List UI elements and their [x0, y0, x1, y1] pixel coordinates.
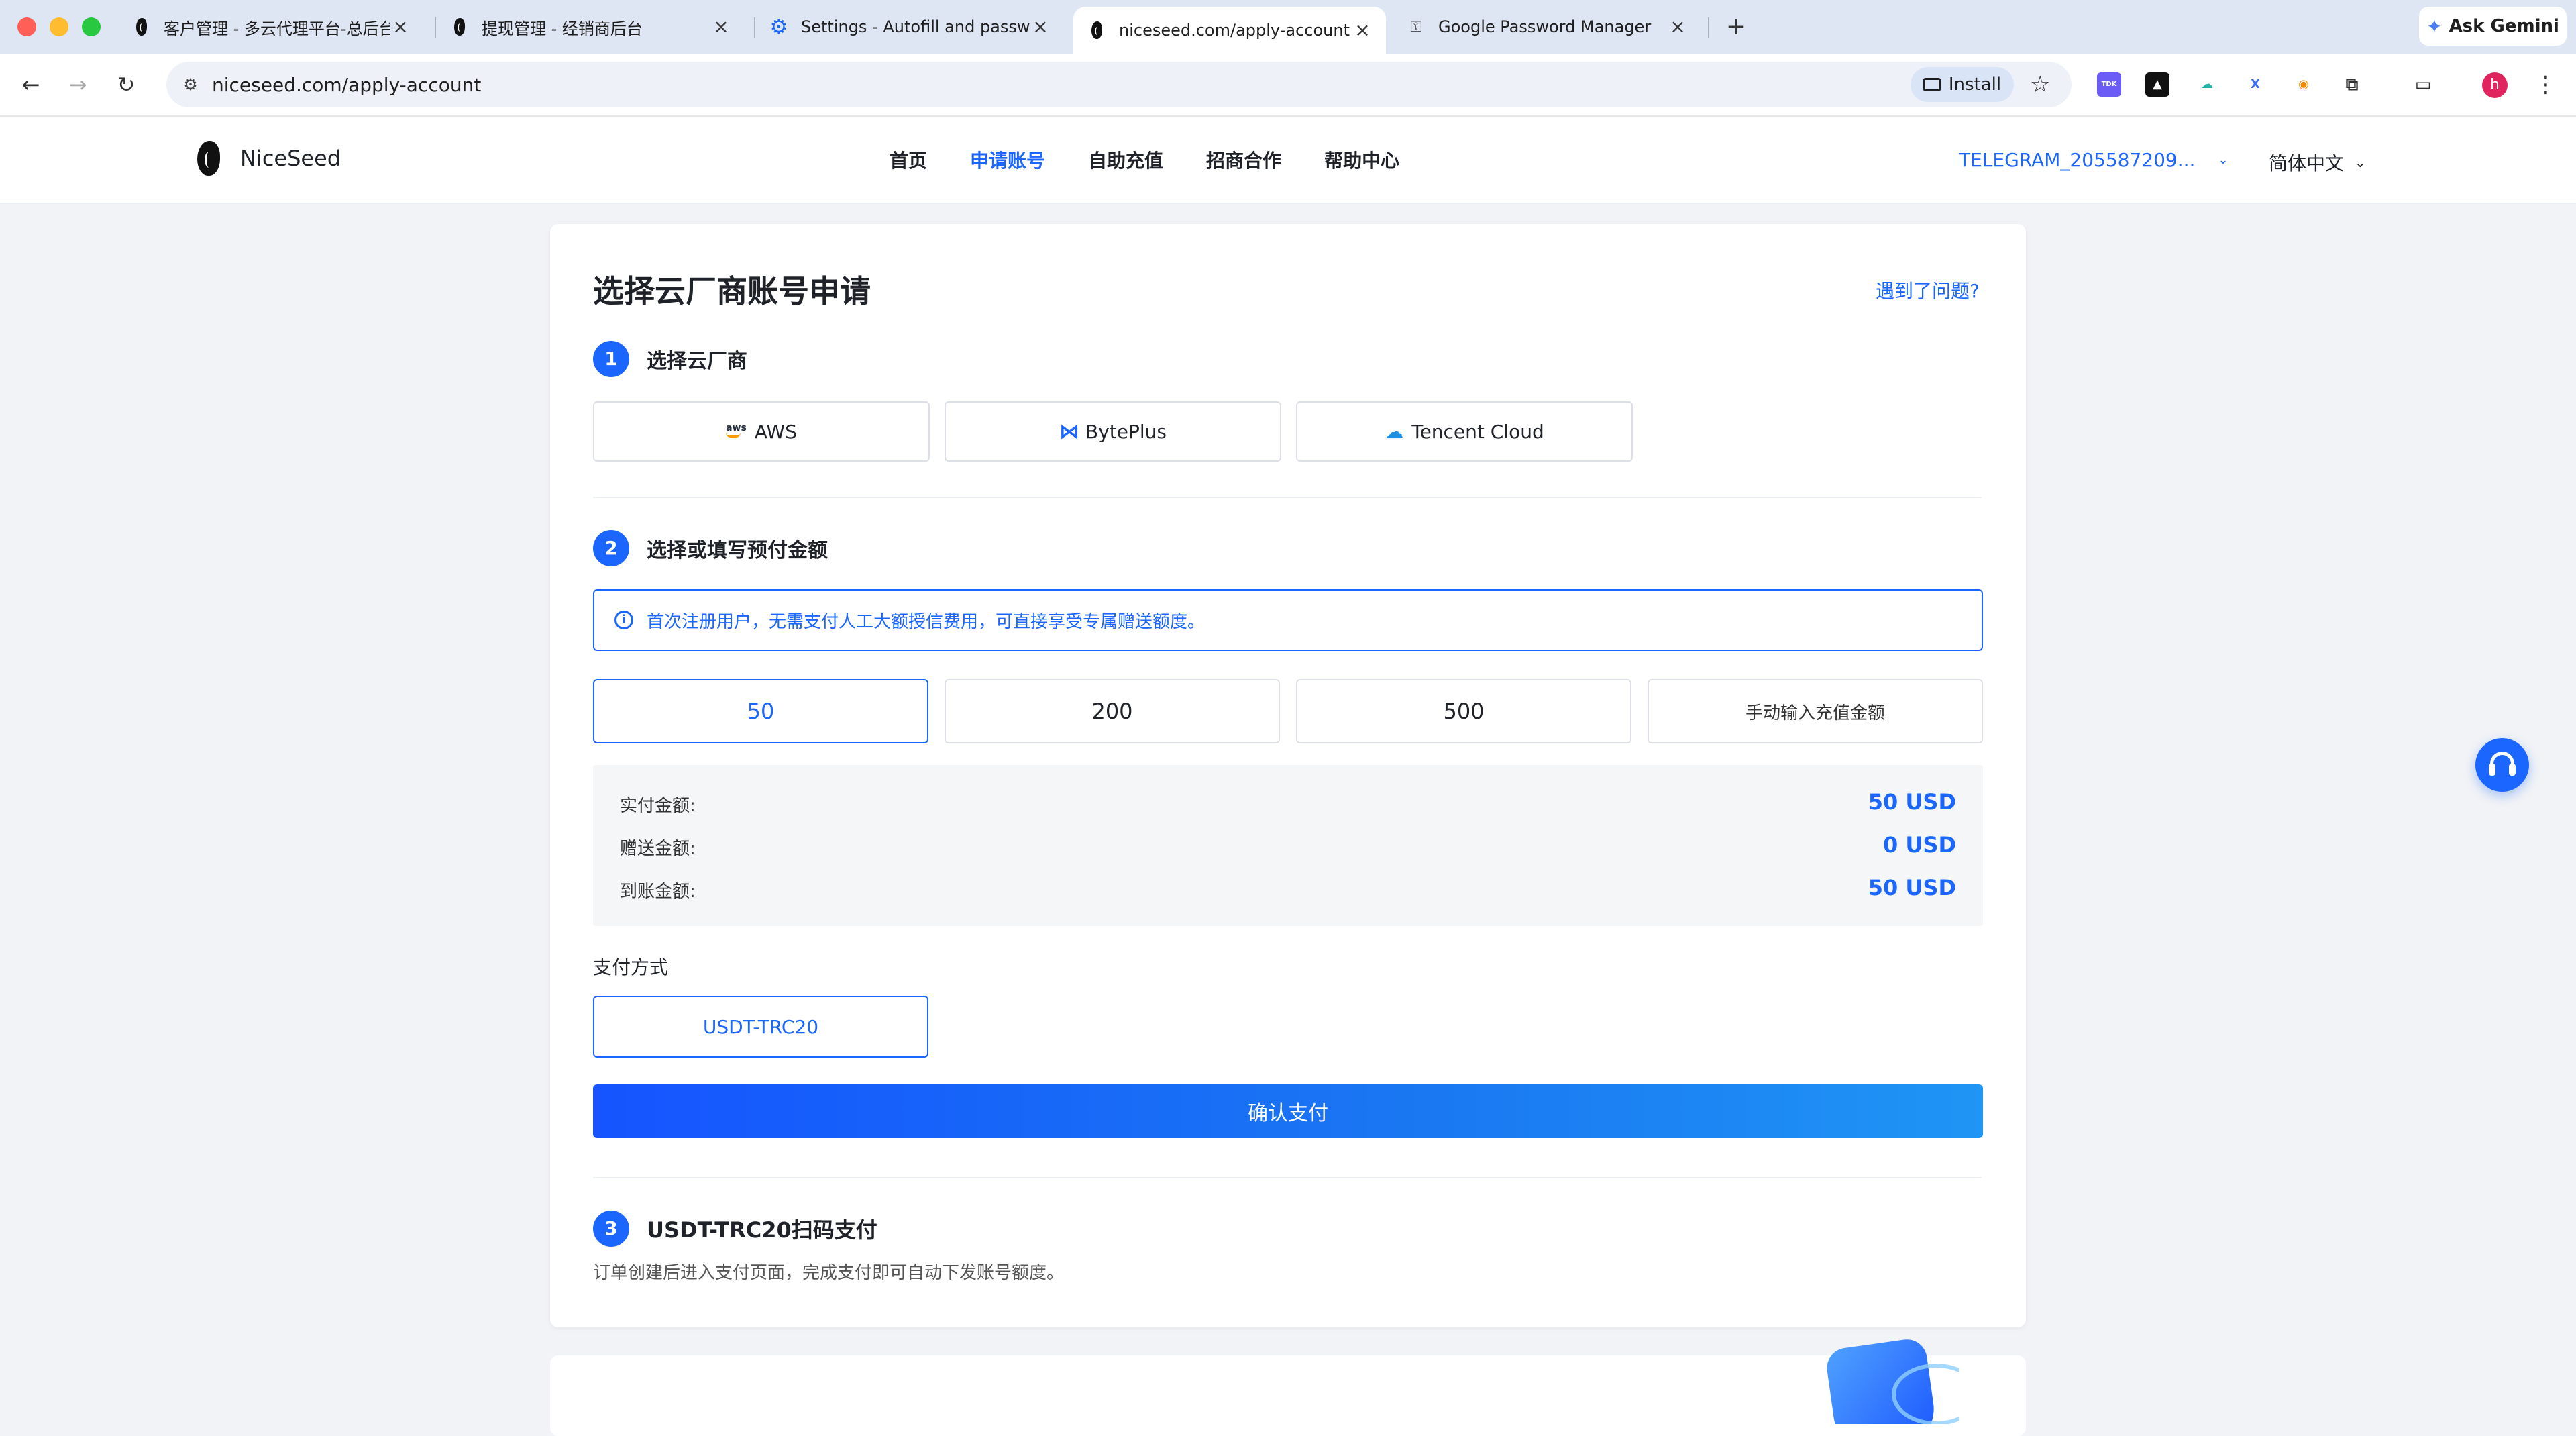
summary-row-received: 到账金额: 50 USD: [620, 875, 1956, 902]
site-header: NiceSeed 首页 申请账号 自助充值 招商合作 帮助中心 TELEGRAM…: [0, 117, 2576, 204]
ask-gemini-button[interactable]: ✦ Ask Gemini: [2419, 7, 2567, 46]
browser-tab[interactable]: ⚙ Settings - Autofill and passwords ×: [755, 7, 1064, 47]
user-menu[interactable]: TELEGRAM_205587209... ⌄: [1959, 149, 2229, 171]
browser-tab-active[interactable]: niceseed.com/apply-account ×: [1073, 7, 1386, 54]
install-app-button[interactable]: Install: [1911, 67, 2014, 102]
nav-self-recharge[interactable]: 自助充值: [1088, 146, 1163, 173]
step-label: USDT-TRC20扫码支付: [647, 1217, 877, 1243]
close-tab-icon[interactable]: ×: [1030, 17, 1051, 37]
byteplus-logo-icon: ⋈: [1059, 419, 1079, 444]
window-zoom-button[interactable]: [82, 17, 101, 36]
provider-option-byteplus[interactable]: ⋈ BytePlus: [945, 401, 1281, 462]
bookmark-star-icon[interactable]: ☆: [2030, 68, 2050, 101]
cloud-extension-icon[interactable]: ☁: [2195, 72, 2219, 97]
summary-row-bonus: 赠送金额: 0 USD: [620, 832, 1956, 859]
apply-account-card: 选择云厂商账号申请 遇到了问题? 1 选择云厂商 aws AWS ⋈ ByteP…: [550, 224, 2026, 1327]
provider-option-aws[interactable]: aws AWS: [593, 401, 930, 462]
forward-arrow-icon[interactable]: →: [62, 68, 94, 101]
close-tab-icon[interactable]: ×: [711, 17, 731, 37]
custom-amount-input[interactable]: 手动输入充值金额: [1648, 679, 1983, 743]
step-1-header: 1 选择云厂商: [593, 341, 747, 377]
browser-tab[interactable]: 客户管理 - 多云代理平台-总后台 ×: [118, 7, 424, 47]
reload-icon[interactable]: ↻: [110, 68, 142, 101]
payment-summary: 实付金额: 50 USD 赠送金额: 0 USD 到账金额: 50 USD: [593, 765, 1983, 926]
niceseed-favicon-icon: [131, 17, 152, 37]
browser-toolbar: ← → ↻ ⚙ niceseed.com/apply-account Insta…: [0, 54, 2576, 117]
nav-help-center[interactable]: 帮助中心: [1324, 146, 1399, 173]
customer-support-button[interactable]: [2475, 738, 2529, 792]
amount-option-50[interactable]: 50: [593, 679, 928, 743]
step-3-header: 3 USDT-TRC20扫码支付: [593, 1211, 877, 1247]
puzzle-extensions-icon[interactable]: ⧉: [2340, 72, 2364, 97]
nav-apply-account[interactable]: 申请账号: [970, 146, 1045, 173]
payment-method-usdt-trc20[interactable]: USDT-TRC20: [593, 996, 928, 1058]
site-settings-icon[interactable]: ⚙: [180, 74, 201, 95]
step-number-badge: 3: [593, 1211, 629, 1247]
divider: [593, 497, 1982, 498]
shield-illustration: [1811, 1337, 1959, 1424]
address-bar[interactable]: ⚙ niceseed.com/apply-account: [166, 62, 2072, 107]
first-registration-notice: i 首次注册用户，无需支付人工大额授信费用，可直接享受专属赠送额度。: [593, 589, 1983, 651]
aws-logo-icon: aws: [726, 423, 747, 438]
close-tab-icon[interactable]: ×: [1352, 20, 1373, 40]
tab-search-icon[interactable]: ▭: [2411, 72, 2435, 97]
browser-tab[interactable]: ⚿ Google Password Manager ×: [1393, 7, 1701, 47]
step-2-header: 2 选择或填写预付金额: [593, 530, 828, 566]
chevron-down-icon: ⌄: [2355, 154, 2366, 170]
summary-row-paid: 实付金额: 50 USD: [620, 789, 1956, 816]
back-arrow-icon[interactable]: ←: [15, 68, 47, 101]
page-title: 选择云厂商账号申请: [593, 273, 871, 309]
window-close-button[interactable]: [17, 17, 36, 36]
niceseed-favicon-icon: [1087, 20, 1107, 40]
nav-home[interactable]: 首页: [890, 146, 927, 173]
step-label: 选择云厂商: [647, 350, 747, 373]
niceseed-logo-icon: [197, 141, 220, 176]
tencent-cloud-logo-icon: ☁: [1385, 420, 1404, 443]
step-number-badge: 2: [593, 530, 629, 566]
chevron-down-icon: ⌄: [2218, 153, 2229, 167]
close-tab-icon[interactable]: ×: [1668, 17, 1688, 37]
niceseed-favicon-icon: [449, 17, 470, 37]
step-3-description: 订单创建后进入支付页面，完成支付即可自动下发账号额度。: [593, 1263, 1065, 1283]
gemini-sparkle-icon: ✦: [2426, 15, 2443, 38]
site-logo[interactable]: NiceSeed: [197, 141, 341, 176]
password-key-icon: ⚿: [1410, 18, 1422, 36]
tdk-extension-icon[interactable]: TDK: [2097, 72, 2121, 97]
browser-tab-bar: 客户管理 - 多云代理平台-总后台 × 提现管理 - 经销商后台 × ⚙ Set…: [0, 0, 2576, 54]
nav-partnership[interactable]: 招商合作: [1206, 146, 1281, 173]
divider: [593, 1177, 1982, 1178]
headset-icon: [2489, 752, 2516, 778]
window-minimize-button[interactable]: [50, 17, 68, 36]
a-extension-icon[interactable]: ▲: [2145, 72, 2169, 97]
profile-avatar[interactable]: h: [2482, 72, 2508, 98]
provider-option-tencent-cloud[interactable]: ☁ Tencent Cloud: [1296, 401, 1633, 462]
new-tab-button[interactable]: +: [1721, 12, 1751, 42]
settings-gear-icon: ⚙: [769, 15, 788, 39]
main-nav: 首页 申请账号 自助充值 招商合作 帮助中心: [890, 146, 1442, 173]
browser-tab[interactable]: 提现管理 - 经销商后台 ×: [436, 7, 745, 47]
step-number-badge: 1: [593, 341, 629, 377]
language-selector[interactable]: 简体中文 ⌄: [2269, 149, 2366, 176]
secondary-card: [550, 1355, 2026, 1436]
orange-extension-icon[interactable]: ◉: [2292, 72, 2316, 97]
help-link[interactable]: 遇到了问题?: [1876, 276, 1980, 303]
x-extension-icon[interactable]: X: [2243, 72, 2267, 97]
more-menu-icon[interactable]: ⋮: [2534, 71, 2557, 98]
confirm-payment-button[interactable]: 确认支付: [593, 1084, 1983, 1138]
amount-option-500[interactable]: 500: [1296, 679, 1631, 743]
amount-option-200[interactable]: 200: [945, 679, 1280, 743]
step-label: 选择或填写预付金额: [647, 539, 828, 562]
info-icon: i: [614, 611, 633, 629]
payment-method-label: 支付方式: [593, 956, 669, 978]
install-monitor-icon: [1923, 78, 1941, 91]
close-tab-icon[interactable]: ×: [390, 17, 411, 37]
